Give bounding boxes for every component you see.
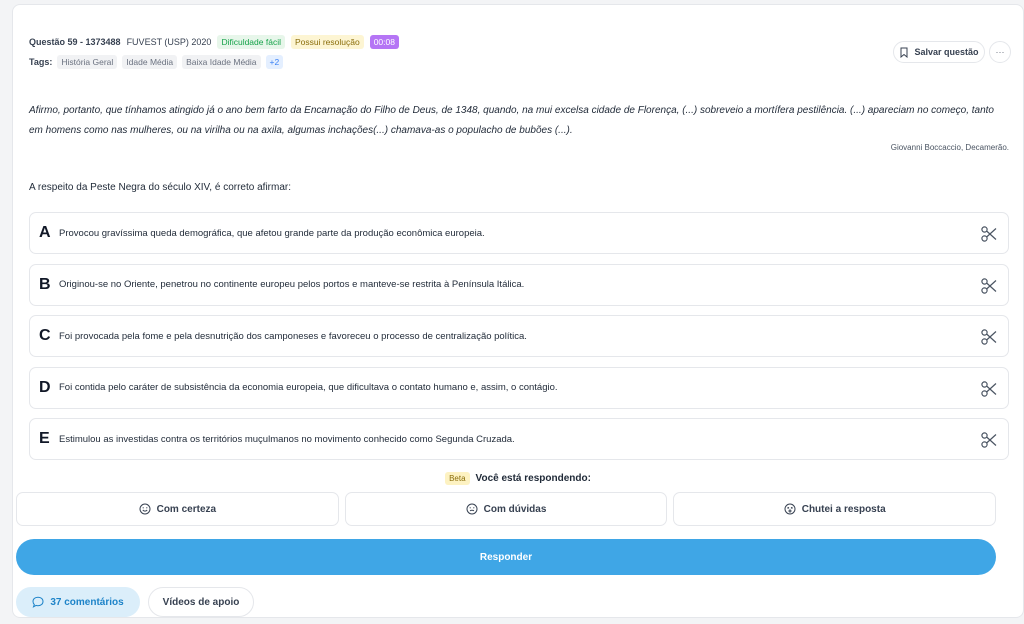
question-passage: Afirmo, portanto, que tínhamos atingido … bbox=[29, 105, 994, 136]
question-statement: A respeito da Peste Negra do século XIV,… bbox=[29, 182, 291, 193]
exam-name[interactable]: FUVEST (USP) 2020 bbox=[127, 37, 212, 47]
question-id[interactable]: Questão 59 - 1373488 bbox=[29, 37, 121, 47]
option-text: Estimulou as investidas contra os territ… bbox=[59, 433, 515, 445]
timer-badge: 00:08 bbox=[369, 35, 399, 49]
beta-badge: Beta bbox=[445, 472, 470, 485]
option-text: Originou-se no Oriente, penetrou no cont… bbox=[59, 279, 525, 290]
option-b[interactable]: B Originou-se no Oriente, penetrou no co… bbox=[29, 263, 1009, 306]
tags-row: Tags: História Geral Idade Média Baixa I… bbox=[29, 55, 1007, 69]
option-letter: D bbox=[39, 378, 51, 396]
confidence-certain-button[interactable]: Com certeza bbox=[16, 492, 339, 526]
chat-bubble-icon bbox=[32, 596, 44, 608]
scissors-icon[interactable] bbox=[980, 277, 998, 295]
passage-source: Giovanni Boccaccio, Decamerão. bbox=[890, 143, 1009, 152]
option-letter: E bbox=[39, 430, 50, 447]
more-tags-button[interactable]: +2 bbox=[265, 55, 284, 69]
submit-answer-button[interactable]: Responder bbox=[16, 539, 996, 575]
confidence-label: Com dúvidas bbox=[483, 503, 547, 515]
confidence-row: Com certeza Com dúvidas Chutei a respost… bbox=[16, 492, 997, 526]
response-title-text: Você está respondendo: bbox=[475, 473, 591, 484]
option-d[interactable]: D Foi contida pelo caráter de subsistênc… bbox=[29, 366, 1009, 409]
neutral-face-icon bbox=[466, 503, 478, 515]
option-letter: B bbox=[39, 275, 51, 293]
option-e[interactable]: E Estimulou as investidas contra os terr… bbox=[29, 418, 1009, 460]
response-title: Beta Você está respondendo: bbox=[0, 472, 1024, 485]
confidence-guess-button[interactable]: Chutei a resposta bbox=[673, 492, 997, 526]
support-videos-button[interactable]: Vídeos de apoio bbox=[148, 587, 254, 617]
tag-item[interactable]: Baixa Idade Média bbox=[182, 55, 261, 69]
tags-label: Tags: bbox=[29, 57, 53, 67]
scissors-icon[interactable] bbox=[980, 431, 998, 449]
option-text: Foi contida pelo caráter de subsistência… bbox=[59, 382, 558, 393]
comments-button[interactable]: 37 comentários bbox=[16, 587, 140, 617]
more-options-button[interactable]: ··· bbox=[989, 41, 1011, 63]
smile-icon bbox=[139, 503, 151, 515]
difficulty-badge: Dificuldade fácil bbox=[217, 35, 285, 49]
scissors-icon[interactable] bbox=[980, 225, 998, 243]
answer-options: A Provocou gravíssima queda demográfica,… bbox=[29, 212, 1009, 470]
confidence-label: Com certeza bbox=[156, 503, 217, 515]
option-text: Provocou gravíssima queda demográfica, q… bbox=[59, 227, 485, 239]
scissors-icon[interactable] bbox=[980, 380, 998, 398]
option-letter: A bbox=[39, 224, 51, 241]
save-question-button[interactable]: Salvar questão bbox=[893, 41, 985, 63]
dizzy-face-icon bbox=[784, 503, 796, 515]
question-header: Questão 59 - 1373488 FUVEST (USP) 2020 D… bbox=[29, 35, 1007, 69]
tag-item[interactable]: História Geral bbox=[57, 55, 118, 69]
solution-badge[interactable]: Possui resolução bbox=[290, 35, 364, 49]
option-c[interactable]: C Foi provocada pela fome e pela desnutr… bbox=[29, 315, 1009, 357]
confidence-doubt-button[interactable]: Com dúvidas bbox=[344, 492, 668, 526]
tag-item[interactable]: Idade Média bbox=[122, 55, 178, 69]
save-question-label: Salvar questão bbox=[914, 47, 979, 57]
option-a[interactable]: A Provocou gravíssima queda demográfica,… bbox=[29, 212, 1009, 254]
bookmark-icon bbox=[900, 47, 908, 58]
option-text: Foi provocada pela fome e pela desnutriç… bbox=[59, 330, 527, 342]
comments-label: 37 comentários bbox=[50, 596, 124, 608]
scissors-icon[interactable] bbox=[980, 328, 998, 346]
option-letter: C bbox=[39, 327, 51, 344]
confidence-label: Chutei a resposta bbox=[801, 503, 886, 515]
question-meta: Questão 59 - 1373488 FUVEST (USP) 2020 D… bbox=[29, 35, 1007, 49]
